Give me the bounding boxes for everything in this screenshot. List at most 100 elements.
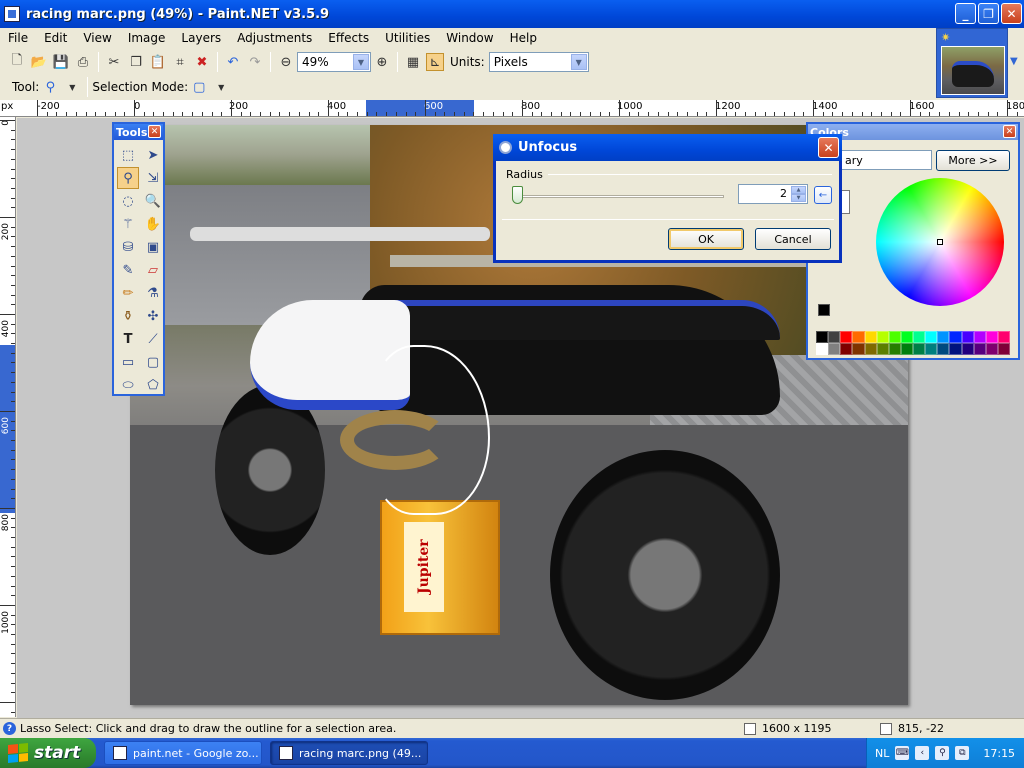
magic-wand-icon[interactable]: ⚚ (117, 213, 139, 235)
paint-bucket-icon[interactable]: ⛁ (117, 236, 139, 258)
gradient-icon[interactable]: ▣ (142, 236, 164, 258)
palette-swatch[interactable] (900, 331, 913, 343)
close-icon[interactable]: ✕ (148, 125, 161, 138)
copy-icon[interactable]: ❐ (127, 53, 145, 71)
palette-swatch[interactable] (985, 331, 998, 343)
menu-view[interactable]: View (75, 31, 119, 45)
save-icon[interactable]: 💾 (52, 53, 70, 71)
palette-swatch[interactable] (973, 343, 986, 355)
palette-swatch[interactable] (913, 331, 926, 343)
palette-swatch[interactable] (925, 331, 938, 343)
menu-image[interactable]: Image (120, 31, 174, 45)
zoom-in-icon[interactable]: ⊕ (373, 53, 391, 71)
recolor-icon[interactable]: ✣ (142, 305, 164, 327)
crop-icon[interactable]: ⌗ (171, 53, 189, 71)
reset-arrow-icon[interactable]: ← (814, 186, 832, 204)
palette-swatch[interactable] (816, 331, 829, 343)
palette-swatch[interactable] (816, 343, 829, 355)
restore-button[interactable]: ❐ (978, 3, 999, 24)
palette-swatch[interactable] (888, 331, 901, 343)
palette-swatch[interactable] (876, 331, 889, 343)
add-to-palette-icon[interactable] (818, 304, 830, 316)
paintbrush-icon[interactable]: ✎ (117, 259, 139, 281)
radius-spinbox[interactable]: 2 ▲ ▼ (738, 184, 808, 204)
close-icon[interactable]: ✕ (1003, 125, 1016, 138)
pencil-icon[interactable]: ✏ (117, 282, 139, 304)
menu-adjustments[interactable]: Adjustments (229, 31, 320, 45)
color-palette[interactable] (816, 331, 1010, 355)
open-file-icon[interactable]: 📂 (30, 53, 48, 71)
palette-swatch[interactable] (840, 343, 853, 355)
undo-icon[interactable]: ↶ (224, 53, 242, 71)
chevron-down-icon[interactable]: ▼ (353, 54, 369, 70)
palette-swatch[interactable] (900, 343, 913, 355)
dialog-title-bar[interactable]: Unfocus ✕ (493, 134, 842, 161)
taskbar-item-paintnet[interactable]: racing marc.png (49... (270, 741, 428, 765)
menu-layers[interactable]: Layers (173, 31, 229, 45)
paste-icon[interactable]: 📋 (149, 53, 167, 71)
zoom-out-icon[interactable]: ⊖ (277, 53, 295, 71)
paintnet-app-icon[interactable] (4, 6, 20, 22)
network-icon[interactable]: ⧉ (955, 746, 970, 760)
rounded-rectangle-icon[interactable]: ▢ (142, 351, 164, 373)
menu-file[interactable]: File (0, 31, 36, 45)
new-file-icon[interactable]: 🗋 (8, 53, 26, 71)
pan-icon[interactable]: ✋ (142, 213, 164, 235)
menu-help[interactable]: Help (502, 31, 545, 45)
palette-swatch[interactable] (997, 343, 1010, 355)
eraser-icon[interactable]: ▱ (142, 259, 164, 281)
palette-swatch[interactable] (937, 331, 950, 343)
palette-swatch[interactable] (961, 343, 974, 355)
color-wheel[interactable] (876, 178, 1004, 306)
ellipse-icon[interactable]: ⬭ (117, 374, 139, 396)
radius-slider-thumb[interactable] (512, 186, 523, 204)
menu-effects[interactable]: Effects (320, 31, 377, 45)
lasso-select-icon[interactable]: ⚲ (117, 167, 139, 189)
selection-mode-replace-icon[interactable]: ▢ (190, 78, 208, 96)
chevron-down-icon[interactable]: ▼ (212, 78, 230, 96)
palette-swatch[interactable] (949, 331, 962, 343)
radius-slider-track[interactable] (514, 195, 724, 198)
palette-swatch[interactable] (973, 331, 986, 343)
deselect-icon[interactable]: ✖ (193, 53, 211, 71)
search-icon[interactable]: ⚲ (935, 746, 950, 760)
zoom-combo[interactable]: 49% ▼ (297, 52, 371, 72)
move-selection-icon[interactable]: ➤ (142, 144, 164, 166)
spin-down-icon[interactable]: ▼ (791, 194, 806, 202)
palette-swatch[interactable] (852, 331, 865, 343)
palette-swatch[interactable] (876, 343, 889, 355)
image-thumbnail-tab[interactable]: ✷ (936, 28, 1008, 98)
palette-swatch[interactable] (949, 343, 962, 355)
print-icon[interactable]: ⎙ (74, 53, 92, 71)
palette-swatch[interactable] (852, 343, 865, 355)
rectangle-icon[interactable]: ▭ (117, 351, 139, 373)
palette-swatch[interactable] (828, 343, 841, 355)
grid-icon[interactable]: ▦ (404, 53, 422, 71)
tools-panel-header[interactable]: Tools ✕ (114, 124, 163, 140)
palette-swatch[interactable] (888, 343, 901, 355)
palette-swatch[interactable] (961, 331, 974, 343)
thumbnail-scroll-arrow-icon[interactable]: ▼ (1010, 56, 1018, 67)
freeform-shape-icon[interactable]: ⬠ (142, 374, 164, 396)
more-button[interactable]: More >> (936, 150, 1010, 171)
palette-swatch[interactable] (937, 343, 950, 355)
chevron-down-icon[interactable]: ▼ (63, 78, 81, 96)
clone-stamp-icon[interactable]: ⚱ (117, 305, 139, 327)
palette-swatch[interactable] (864, 343, 877, 355)
cancel-button[interactable]: Cancel (755, 228, 831, 250)
close-icon[interactable]: ✕ (818, 137, 839, 158)
text-icon[interactable]: T (117, 328, 139, 350)
zoom-icon[interactable]: 🔍 (142, 190, 164, 212)
move-selection-mode-icon[interactable]: ⇲ (142, 167, 164, 189)
palette-swatch[interactable] (864, 331, 877, 343)
keyboard-icon[interactable]: ⌨ (895, 746, 910, 760)
palette-swatch[interactable] (913, 343, 926, 355)
palette-swatch[interactable] (840, 331, 853, 343)
language-indicator[interactable]: NL (875, 747, 889, 760)
rulers-icon[interactable]: ⊾ (426, 53, 444, 71)
minimize-button[interactable]: _ (955, 3, 976, 24)
lasso-select-icon[interactable]: ⚲ (41, 78, 59, 96)
ok-button[interactable]: OK (668, 228, 744, 250)
chevron-down-icon[interactable]: ▼ (570, 54, 587, 70)
start-button[interactable]: start (0, 738, 96, 768)
